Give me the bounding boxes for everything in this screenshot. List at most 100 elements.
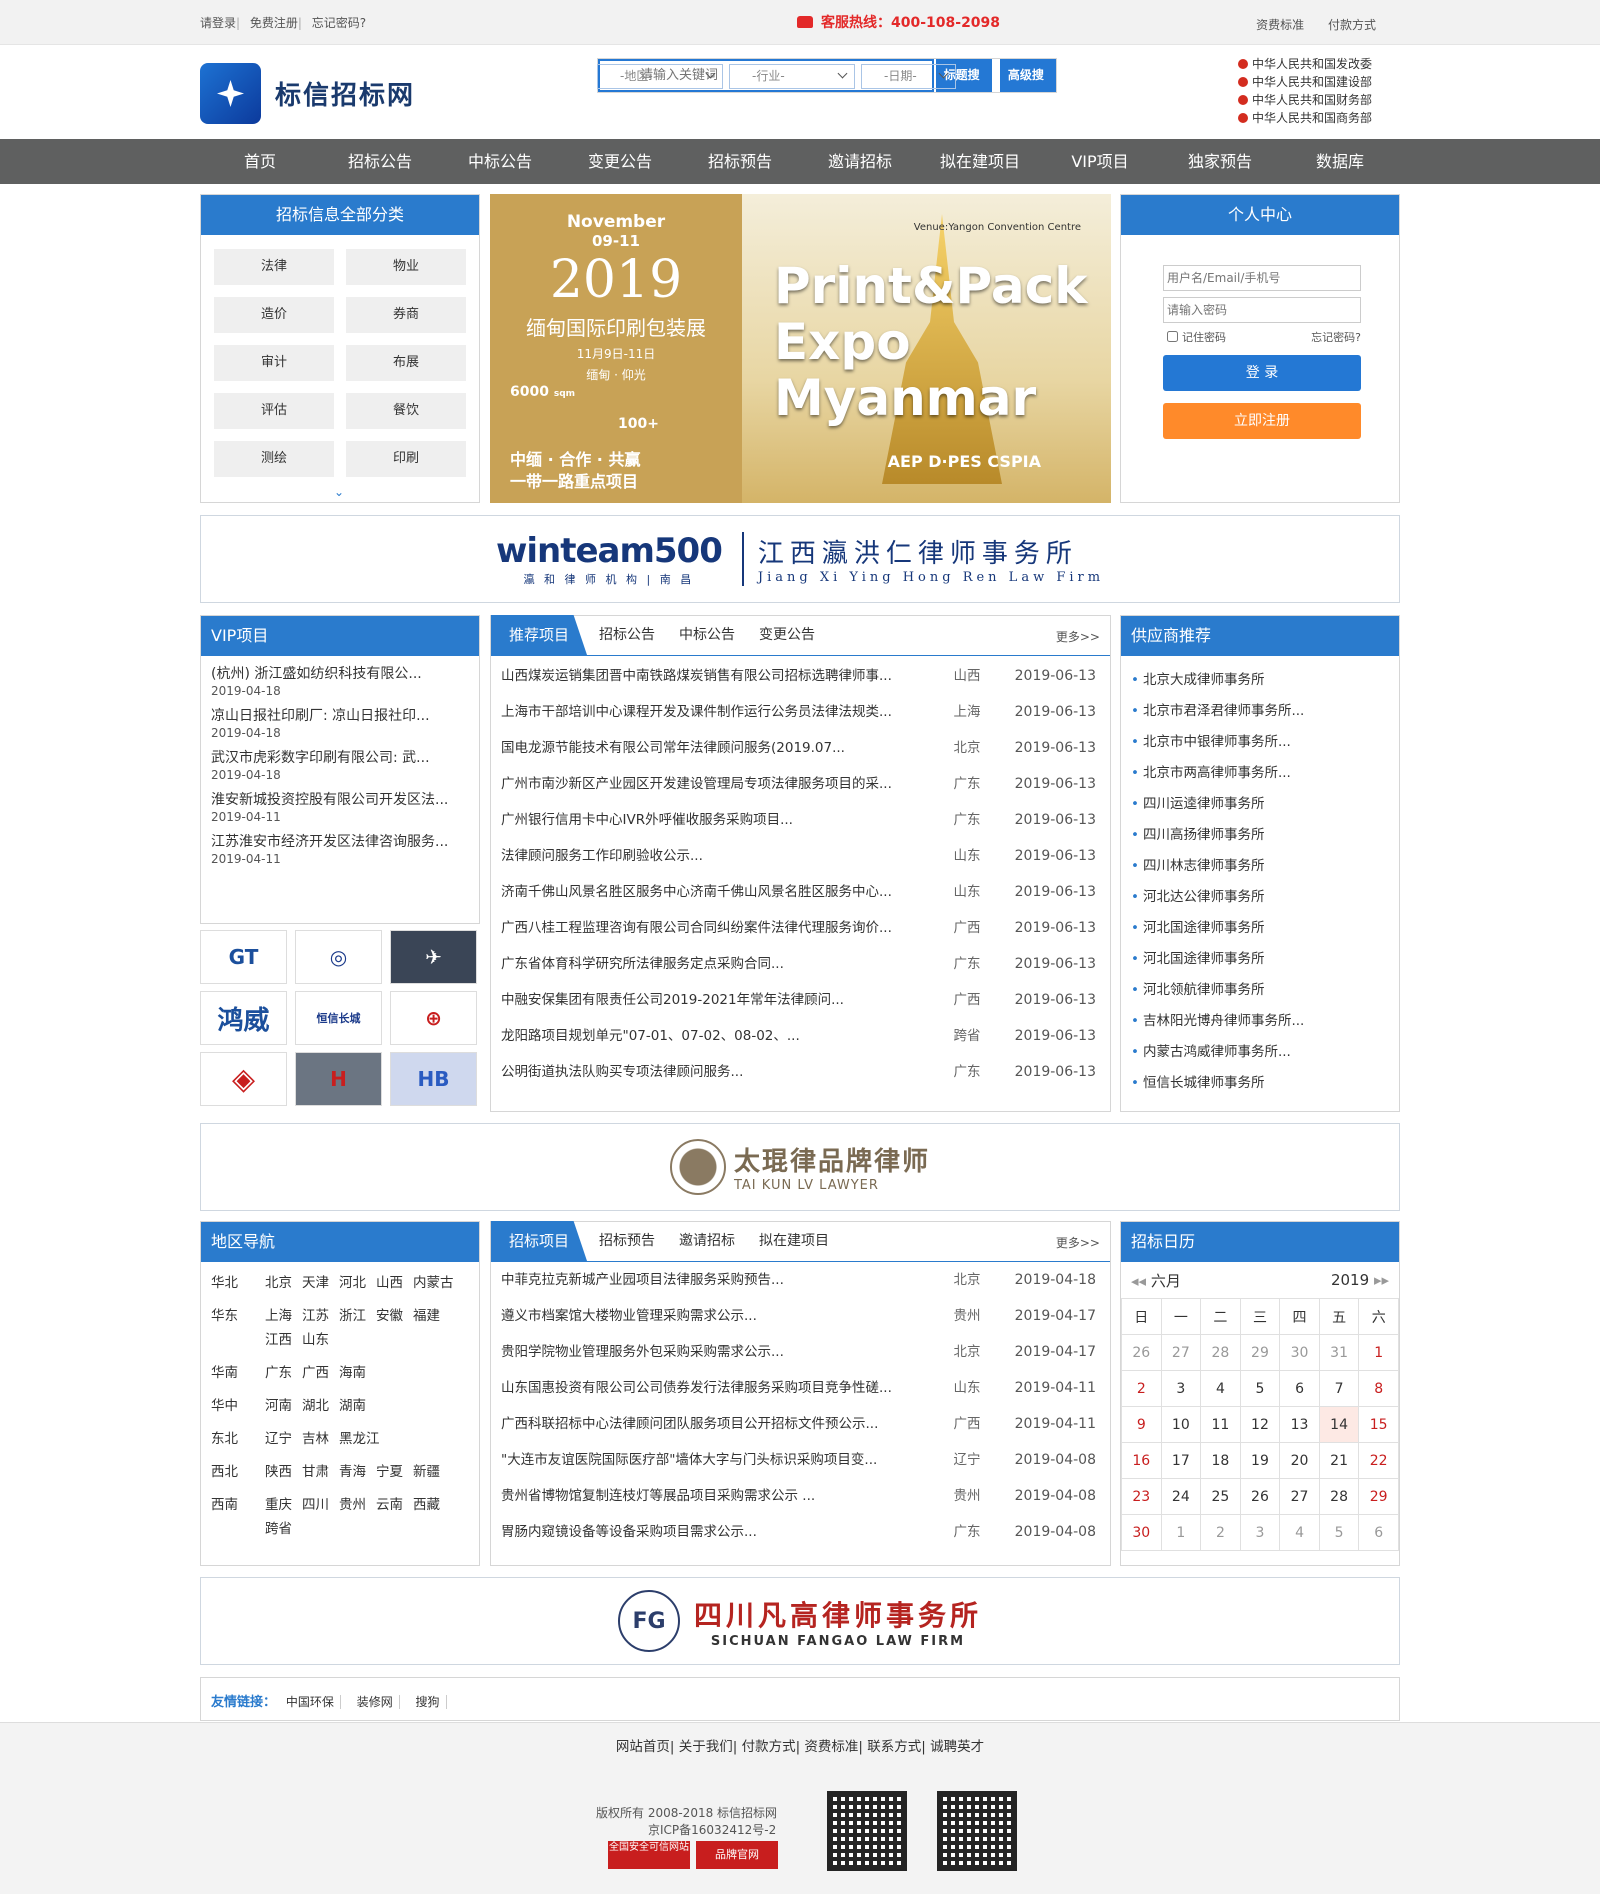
calendar-today[interactable]: 14	[1318, 1406, 1360, 1443]
region-select[interactable]: -地区-	[597, 64, 723, 89]
expo-banner[interactable]: November 09-11 2019 缅甸国际印刷包装展 11月9日-11日 …	[490, 194, 1111, 503]
category-item[interactable]: 法律	[214, 249, 334, 285]
region-link[interactable]: 福建	[413, 1308, 440, 1324]
category-item[interactable]: 布展	[346, 345, 466, 381]
region-link[interactable]: 江苏	[302, 1308, 329, 1324]
remember-checkbox[interactable]	[1167, 331, 1178, 342]
ad-taikun[interactable]: 太琨律品牌律师 TAI KUN LV LAWYER	[200, 1123, 1400, 1211]
vip-item[interactable]: 江苏淮安市经济开发区法律咨询服务... 2019-04-11	[211, 830, 469, 872]
list-item[interactable]: 山东国惠投资有限公司公司债券发行法律服务采购项目竞争性磋... 山东 2019-04…	[491, 1370, 1110, 1406]
supplier-item[interactable]: 四川高扬律师事务所	[1121, 820, 1399, 851]
category-item[interactable]: 餐饮	[346, 393, 466, 429]
region-link[interactable]: 天津	[302, 1275, 329, 1291]
site-logo[interactable]: 标信招标网	[200, 63, 415, 124]
category-item[interactable]: 审计	[214, 345, 334, 381]
region-link[interactable]: 青海	[339, 1464, 366, 1480]
region-link[interactable]: 北京	[265, 1275, 292, 1291]
tab-change[interactable]: 变更公告	[747, 615, 827, 655]
vip-item[interactable]: 凉山日报社印刷厂: 凉山日报社印... 2019-04-18	[211, 704, 469, 746]
supplier-item[interactable]: 北京大成律师事务所	[1121, 665, 1399, 696]
vip-item[interactable]: (杭州) 浙江盛如纺织科技有限公... 2019-04-18	[211, 662, 469, 704]
list-item[interactable]: 中菲克拉克新城产业园项目法律服务采购预告... 北京 2019-04-18	[491, 1262, 1110, 1298]
list-item[interactable]: 贵州省博物馆复制连枝灯等展品项目采购需求公示 ... 贵州 2019-04-08	[491, 1478, 1110, 1514]
nav-change[interactable]: 变更公告	[560, 139, 680, 184]
nav-invite[interactable]: 邀请招标	[800, 139, 920, 184]
region-link[interactable]: 贵州	[339, 1497, 366, 1513]
footer-link[interactable]: 联系方式	[867, 1739, 921, 1755]
footer-link[interactable]: 资费标准	[804, 1739, 858, 1755]
supplier-item[interactable]: 河北领航律师事务所	[1121, 975, 1399, 1006]
category-item[interactable]: 券商	[346, 297, 466, 333]
tab-planned[interactable]: 拟在建项目	[747, 1221, 841, 1261]
list-item[interactable]: 山西煤炭运销集团晋中南铁路煤炭销售有限公司招标选聘律师事... 山西 2019-06…	[491, 658, 1110, 694]
region-link[interactable]: 云南	[376, 1497, 403, 1513]
tab-preview[interactable]: 招标预告	[587, 1221, 667, 1261]
list-item[interactable]: 贵阳学院物业管理服务外包采购采购需求公示... 北京 2019-04-17	[491, 1334, 1110, 1370]
more-link[interactable]: 更多>>	[1056, 1234, 1100, 1251]
list-item[interactable]: 公明街道执法队购买专项法律顾问服务... 广东 2019-06-13	[491, 1054, 1110, 1090]
friend-link[interactable]: 装修网	[356, 1695, 400, 1709]
nav-preview[interactable]: 招标预告	[680, 139, 800, 184]
supplier-item[interactable]: 河北国途律师事务所	[1121, 944, 1399, 975]
region-link[interactable]: 重庆	[265, 1497, 292, 1513]
category-item[interactable]: 评估	[214, 393, 334, 429]
member-logo[interactable]: HB	[390, 1052, 477, 1106]
icp-number[interactable]: 京ICP备16032412号-2	[596, 1822, 778, 1839]
region-link[interactable]: 山东	[302, 1332, 329, 1348]
nav-vip[interactable]: VIP项目	[1040, 139, 1160, 184]
region-link[interactable]: 内蒙古	[413, 1275, 454, 1291]
nav-database[interactable]: 数据库	[1280, 139, 1400, 184]
list-item[interactable]: 国电龙源节能技术有限公司常年法律顾问服务(2019.07... 北京 2019-06…	[491, 730, 1110, 766]
member-logo[interactable]: 恒信长城	[295, 991, 382, 1045]
footer-link[interactable]: 网站首页	[616, 1739, 670, 1755]
region-link[interactable]: 江西	[265, 1332, 292, 1348]
industry-select[interactable]: -行业-	[729, 64, 855, 89]
tab-recommend[interactable]: 推荐项目	[491, 615, 588, 655]
supplier-item[interactable]: 恒信长城律师事务所	[1121, 1068, 1399, 1099]
login-button[interactable]: 登 录	[1163, 355, 1361, 391]
region-link[interactable]: 广东	[265, 1365, 292, 1381]
region-link[interactable]: 河北	[339, 1275, 366, 1291]
region-link[interactable]: 湖北	[302, 1398, 329, 1414]
gov-link[interactable]: 中华人民共和国财务部	[1238, 91, 1372, 109]
region-link[interactable]: 安徽	[376, 1308, 403, 1324]
list-item[interactable]: 广东省体育科学研究所法律服务定点采购合同... 广东 2019-06-13	[491, 946, 1110, 982]
list-item[interactable]: 广州市南沙新区产业园区开发建设管理局专项法律服务项目的采... 广东 2019-06…	[491, 766, 1110, 802]
region-link[interactable]: 新疆	[413, 1464, 440, 1480]
category-item[interactable]: 物业	[346, 249, 466, 285]
region-link[interactable]: 辽宁	[265, 1431, 292, 1447]
next-icon[interactable]: ▸▸	[1374, 1271, 1389, 1289]
footer-link[interactable]: 诚聘英才	[930, 1739, 984, 1755]
category-item[interactable]: 印刷	[346, 441, 466, 477]
supplier-item[interactable]: 吉林阳光博舟律师事务所...	[1121, 1006, 1399, 1037]
region-link[interactable]: 湖南	[339, 1398, 366, 1414]
category-item[interactable]: 测绘	[214, 441, 334, 477]
list-item[interactable]: 济南千佛山风景名胜区服务中心济南千佛山风景名胜区服务中心... 山东 2019-06…	[491, 874, 1110, 910]
date-select[interactable]: -日期-	[861, 64, 956, 89]
region-link[interactable]: 甘肃	[302, 1464, 329, 1480]
supplier-item[interactable]: 北京市两高律师事务所...	[1121, 758, 1399, 789]
member-logo[interactable]: H	[295, 1052, 382, 1106]
region-link[interactable]: 浙江	[339, 1308, 366, 1324]
friend-link[interactable]: 搜狗	[415, 1695, 447, 1709]
login-link[interactable]: 请登录	[200, 16, 236, 30]
member-logo[interactable]: GT	[200, 930, 287, 984]
region-link[interactable]: 黑龙江	[339, 1431, 380, 1447]
category-item[interactable]: 造价	[214, 297, 334, 333]
supplier-item[interactable]: 四川林志律师事务所	[1121, 851, 1399, 882]
ad-fangao[interactable]: FG 四川凡高律师事务所 SICHUAN FANGAO LAW FIRM	[200, 1577, 1400, 1665]
region-link[interactable]: 跨省	[265, 1521, 292, 1537]
footer-link[interactable]: 付款方式	[742, 1739, 796, 1755]
supplier-item[interactable]: 北京市中银律师事务所...	[1121, 727, 1399, 758]
member-logo[interactable]: 鸿威	[200, 991, 287, 1045]
region-link[interactable]: 河南	[265, 1398, 292, 1414]
region-link[interactable]: 上海	[265, 1308, 292, 1324]
list-item[interactable]: 中融安保集团有限责任公司2019-2021年常年法律顾问... 广西 2019-06…	[491, 982, 1110, 1018]
member-logo[interactable]: ⊕	[390, 991, 477, 1045]
gov-link[interactable]: 中华人民共和国发改委	[1238, 55, 1372, 73]
tab-award[interactable]: 中标公告	[667, 615, 747, 655]
payment-link[interactable]: 付款方式	[1328, 18, 1376, 32]
register-button[interactable]: 立即注册	[1163, 403, 1361, 439]
list-item[interactable]: "大连市友谊医院国际医疗部"墙体大字与门头标识采购项目变... 辽宁 2019-04…	[491, 1442, 1110, 1478]
member-logo[interactable]: ✈	[390, 930, 477, 984]
